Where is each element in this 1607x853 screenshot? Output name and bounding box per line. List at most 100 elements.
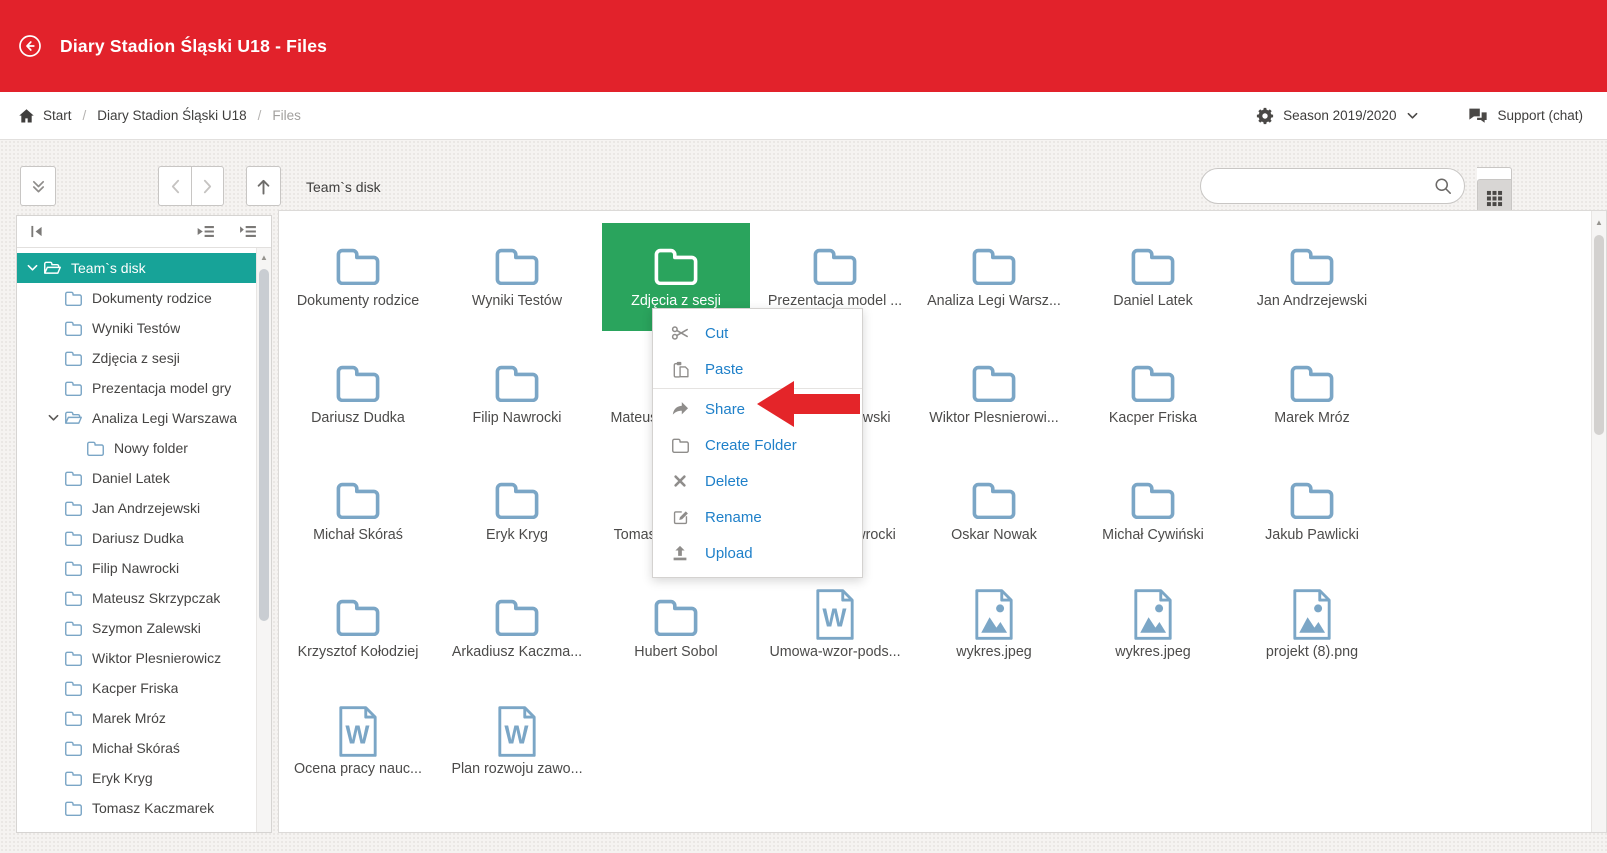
- menu-item-paste[interactable]: Paste: [653, 351, 862, 387]
- scrollbar-thumb[interactable]: [259, 269, 269, 621]
- collapse-tree-icon[interactable]: [197, 225, 215, 239]
- folder-icon: [652, 588, 700, 640]
- tree-item-label: Nowy folder: [114, 440, 188, 456]
- expand-tree-icon[interactable]: [239, 225, 257, 239]
- image-tile[interactable]: wykres.jpeg: [920, 574, 1068, 682]
- folder-tile[interactable]: Eryk Kryg: [443, 457, 591, 565]
- tree-item[interactable]: Wyniki Testów: [17, 313, 256, 343]
- folder-tile[interactable]: Wyniki Testów: [443, 223, 591, 331]
- folder-tile[interactable]: Kacper Friska: [1079, 340, 1227, 448]
- tree-item-label: Wiktor Plesnierowicz: [92, 650, 221, 666]
- menu-item-rename[interactable]: Rename: [653, 499, 862, 535]
- tree-item[interactable]: Marek Mróz: [17, 703, 256, 733]
- folder-icon: [1129, 471, 1177, 523]
- folder-icon: [86, 440, 105, 457]
- sidebar-scrollbar[interactable]: ▲: [256, 248, 271, 832]
- tree-item[interactable]: Prezentacja model gry: [17, 373, 256, 403]
- back-button[interactable]: [158, 166, 191, 206]
- scrollbar-thumb[interactable]: [1594, 235, 1604, 435]
- folder-tile[interactable]: Hubert Sobol: [602, 574, 750, 682]
- grid-view-icon: [1486, 190, 1503, 207]
- folder-tile[interactable]: Analiza Legi Warsz...: [920, 223, 1068, 331]
- up-directory-button[interactable]: [246, 166, 281, 206]
- tree-item[interactable]: Mateusz Skrzypczak: [17, 583, 256, 613]
- back-circle-icon[interactable]: [18, 34, 42, 58]
- tree-item[interactable]: Filip Nawrocki: [17, 553, 256, 583]
- season-label: Season 2019/2020: [1283, 108, 1396, 123]
- sidebar: Team`s disk Dokumenty rodziceWyniki Testó…: [16, 215, 272, 833]
- breadcrumb: Start/Diary Stadion Śląski U18/Files: [43, 108, 301, 123]
- tree-item[interactable]: Zdjęcia z sesji: [17, 343, 256, 373]
- home-icon[interactable]: [18, 108, 35, 124]
- search-input[interactable]: [1217, 178, 1434, 195]
- folder-tile[interactable]: Krzysztof Kołodziej: [284, 574, 432, 682]
- search-icon[interactable]: [1434, 177, 1452, 195]
- tree-item[interactable]: Tomasz Kaczmarek: [17, 793, 256, 823]
- tree-item[interactable]: Eryk Kryg: [17, 763, 256, 793]
- tree-item[interactable]: Kacper Friska: [17, 673, 256, 703]
- tree-item-label: Kacper Friska: [92, 680, 178, 696]
- forward-button[interactable]: [191, 166, 224, 206]
- tree-item[interactable]: Michał Skóraś: [17, 733, 256, 763]
- word-doc-icon: W: [338, 705, 378, 757]
- tile-label: Ocena pracy nauc...: [294, 761, 422, 777]
- folder-tile[interactable]: Dariusz Dudka: [284, 340, 432, 448]
- scroll-up-arrow-icon[interactable]: ▲: [1592, 218, 1606, 227]
- tile-label: Jan Andrzejewski: [1257, 293, 1367, 309]
- tree-item[interactable]: Jan Andrzejewski: [17, 493, 256, 523]
- tree-item[interactable]: Team`s disk: [17, 253, 256, 283]
- folder-tile[interactable]: Jan Andrzejewski: [1238, 223, 1386, 331]
- scroll-up-arrow-icon[interactable]: ▲: [257, 253, 271, 262]
- folder-tile[interactable]: Dokumenty rodzice: [284, 223, 432, 331]
- folder-icon: [64, 530, 83, 547]
- menu-item-upload[interactable]: Upload: [653, 535, 862, 571]
- tree-item[interactable]: Szymon Zalewski: [17, 613, 256, 643]
- folder-tile[interactable]: Wiktor Plesnierowi...: [920, 340, 1068, 448]
- doc-tile[interactable]: WUmowa-wzor-pods...: [761, 574, 909, 682]
- rename-icon: [670, 508, 690, 526]
- folder-tile[interactable]: Jakub Pawlicki: [1238, 457, 1386, 565]
- menu-item-label: Share: [705, 401, 745, 418]
- breadcrumb-item[interactable]: Start: [43, 108, 72, 123]
- menu-item-create-folder[interactable]: Create Folder: [653, 427, 862, 463]
- tree-item-label: Team`s disk: [71, 260, 146, 276]
- tile-label: Wyniki Testów: [472, 293, 562, 309]
- image-tile[interactable]: projekt (8).png: [1238, 574, 1386, 682]
- menu-item-share[interactable]: Share: [653, 391, 862, 427]
- tree-item[interactable]: Wiktor Plesnierowicz: [17, 643, 256, 673]
- current-path-label: Team`s disk: [306, 179, 381, 195]
- doc-tile[interactable]: WPlan rozwoju zawo...: [443, 691, 591, 799]
- svg-text:W: W: [822, 605, 847, 633]
- image-tile[interactable]: wykres.jpeg: [1079, 574, 1227, 682]
- folder-tile[interactable]: Oskar Nowak: [920, 457, 1068, 565]
- tree-item[interactable]: Dokumenty rodzice: [17, 283, 256, 313]
- doc-tile[interactable]: W Ocena pracy nauc...: [284, 691, 432, 799]
- tree-item[interactable]: Daniel Latek: [17, 463, 256, 493]
- folder-tile[interactable]: Michał Cywiński: [1079, 457, 1227, 565]
- support-chat-link[interactable]: Support (chat): [1468, 107, 1583, 124]
- folder-tile[interactable]: Filip Nawrocki: [443, 340, 591, 448]
- tree-item[interactable]: Nowy folder: [17, 433, 256, 463]
- tile-label: Prezentacja model ...: [768, 293, 902, 309]
- tree-item[interactable]: Dariusz Dudka: [17, 523, 256, 553]
- main-scrollbar[interactable]: ▲: [1591, 211, 1606, 832]
- tile-label: projekt (8).png: [1266, 644, 1358, 660]
- folder-tile[interactable]: Daniel Latek: [1079, 223, 1227, 331]
- season-selector[interactable]: Season 2019/2020: [1256, 107, 1418, 125]
- folder-tile[interactable]: Michał Skóraś: [284, 457, 432, 565]
- chat-icon: [1468, 107, 1488, 124]
- collapse-toolbar-button[interactable]: [20, 166, 56, 206]
- menu-item-cut[interactable]: Cut: [653, 315, 862, 351]
- folder-tile[interactable]: Marek Mróz: [1238, 340, 1386, 448]
- arrow-up-icon: [255, 177, 272, 196]
- folder-tile[interactable]: Arkadiusz Kaczma...: [443, 574, 591, 682]
- tile-label: Michał Skóraś: [313, 527, 403, 543]
- menu-item-delete[interactable]: Delete: [653, 463, 862, 499]
- paste-icon: [670, 360, 690, 378]
- folder-icon: [493, 588, 541, 640]
- tree-item[interactable]: Analiza Legi Warszawa: [17, 403, 256, 433]
- folder-icon: [493, 237, 541, 289]
- collapse-sidebar-icon[interactable]: [27, 225, 45, 239]
- breadcrumb-item[interactable]: Diary Stadion Śląski U18: [97, 108, 246, 123]
- svg-text:W: W: [345, 722, 370, 750]
